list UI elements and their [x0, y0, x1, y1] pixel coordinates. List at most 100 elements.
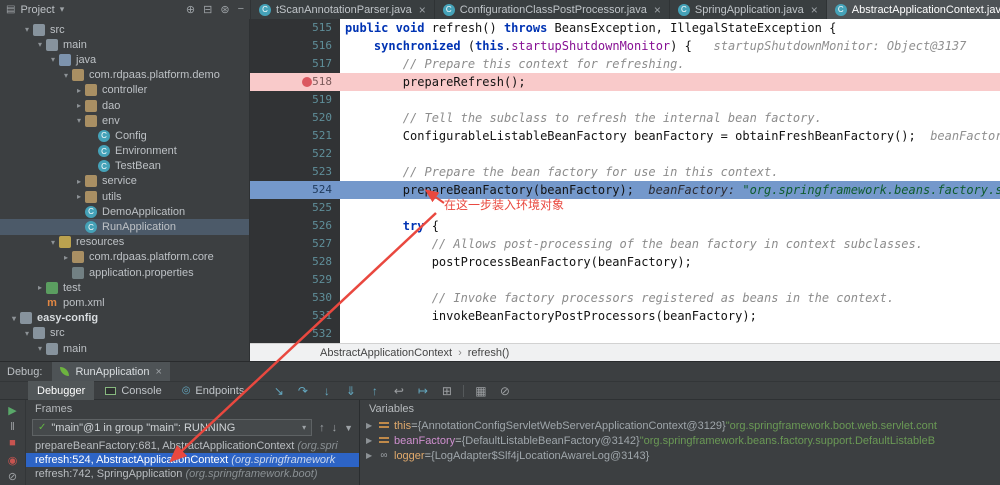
previous-frame-icon[interactable]: ↑: [319, 422, 325, 434]
close-icon[interactable]: ×: [155, 366, 161, 378]
sidebar-item-controller[interactable]: ▸ controller: [0, 83, 249, 98]
thread-selector[interactable]: ✓ "main"@1 in group "main": RUNNING ▾: [32, 419, 313, 436]
code-line[interactable]: 531 invokeBeanFactoryPostProcessors(bean…: [250, 307, 1000, 325]
sidebar-item-com-rdpaas-platform-demo[interactable]: ▾ com.rdpaas.platform.demo: [0, 68, 249, 83]
gutter-line-number[interactable]: 515: [250, 19, 340, 37]
pause-icon[interactable]: ‖: [5, 421, 20, 436]
step-over-icon[interactable]: ↷: [295, 384, 310, 398]
code-line[interactable]: 522: [250, 145, 1000, 163]
mute-breakpoints-icon[interactable]: ⊘: [5, 470, 20, 485]
code-line[interactable]: 515 public void refresh() throws BeansExc…: [250, 19, 1000, 37]
sidebar-item-environment[interactable]: C Environment: [0, 144, 249, 159]
project-panel-title[interactable]: Project: [20, 4, 54, 16]
gutter-line-number[interactable]: 520: [250, 109, 340, 127]
code-line[interactable]: 521 ConfigurableListableBeanFactory bean…: [250, 127, 1000, 145]
sidebar-item-com-rdpaas-platform-core[interactable]: ▸ com.rdpaas.platform.core: [0, 250, 249, 265]
chevron-down-icon[interactable]: ▾: [60, 4, 65, 15]
code-line[interactable]: 519: [250, 91, 1000, 109]
sidebar-item-dao[interactable]: ▸ dao: [0, 98, 249, 113]
chevron-right-icon[interactable]: ▸: [73, 101, 85, 110]
tab-endpoints[interactable]: ◎ Endpoints: [173, 381, 254, 400]
step-out-icon[interactable]: ↑: [367, 384, 382, 398]
sidebar-item-service[interactable]: ▸ service: [0, 174, 249, 189]
variable-row[interactable]: ▶ ∞ logger = {LogAdapter$Slf4jLocationAwar…: [360, 448, 1000, 463]
close-icon[interactable]: ×: [811, 3, 818, 17]
chevron-right-icon[interactable]: ▸: [60, 253, 72, 262]
chevron-right-icon[interactable]: ▸: [73, 177, 85, 186]
gutter-line-number[interactable]: 517: [250, 55, 340, 73]
sidebar-item-utils[interactable]: ▸ utils: [0, 189, 249, 204]
sidebar-item-test[interactable]: ▸ test: [0, 280, 249, 295]
chevron-down-icon[interactable]: ▾: [73, 116, 85, 125]
chevron-down-icon[interactable]: ▾: [47, 238, 59, 247]
gutter-line-number[interactable]: 521: [250, 127, 340, 145]
show-execution-point-icon[interactable]: ↘: [271, 384, 286, 398]
gutter-line-number[interactable]: 523: [250, 163, 340, 181]
sidebar-item-pom-xml[interactable]: m pom.xml: [0, 295, 249, 310]
code-line[interactable]: 516 synchronized (this.startupShutdownMo…: [250, 37, 1000, 55]
stack-frame-row[interactable]: refresh:742, SpringApplication (org.spri…: [26, 467, 359, 481]
gutter-line-number[interactable]: 518: [250, 73, 340, 91]
gutter-line-number[interactable]: 531: [250, 307, 340, 325]
code-line[interactable]: 523 // Prepare the bean factory for use …: [250, 163, 1000, 181]
locate-icon[interactable]: ⊕: [186, 3, 195, 16]
sidebar-item-easy-config[interactable]: ▾ easy-config: [0, 311, 249, 326]
sidebar-item-demoapplication[interactable]: C DemoApplication: [0, 204, 249, 219]
chevron-down-icon[interactable]: ▾: [34, 40, 46, 49]
chevron-down-icon[interactable]: ▾: [60, 71, 72, 80]
step-into-icon[interactable]: ↓: [319, 384, 334, 398]
breakpoint-icon[interactable]: [302, 77, 312, 87]
layout-settings-icon[interactable]: ▦: [473, 384, 488, 398]
code-line[interactable]: 527 // Allows post-processing of the bea…: [250, 235, 1000, 253]
gutter-line-number[interactable]: 519: [250, 91, 340, 109]
sidebar-item-resources[interactable]: ▾ resources: [0, 235, 249, 250]
drop-frame-icon[interactable]: ↩: [391, 384, 406, 398]
next-frame-icon[interactable]: ↓: [332, 422, 338, 434]
code-editor[interactable]: 515 public void refresh() throws BeansExc…: [250, 19, 1000, 343]
run-configuration-tab[interactable]: RunApplication ×: [52, 362, 170, 381]
sidebar-item-java[interactable]: ▾ java: [0, 52, 249, 67]
sidebar-item-testbean[interactable]: C TestBean: [0, 159, 249, 174]
breadcrumb-class[interactable]: AbstractApplicationContext: [320, 347, 452, 359]
view-breakpoints-icon[interactable]: ◉: [5, 454, 20, 469]
gutter-line-number[interactable]: 529: [250, 271, 340, 289]
code-line[interactable]: 520 // Tell the subclass to refresh the …: [250, 109, 1000, 127]
force-step-into-icon[interactable]: ⇓: [343, 384, 358, 398]
chevron-right-icon[interactable]: ▸: [73, 192, 85, 201]
code-line[interactable]: 517 // Prepare this context for refreshi…: [250, 55, 1000, 73]
sidebar-item-src[interactable]: ▾ src: [0, 22, 249, 37]
sidebar-item-main[interactable]: ▾ main: [0, 341, 249, 356]
sidebar-item-env[interactable]: ▾ env: [0, 113, 249, 128]
hide-icon[interactable]: −: [238, 3, 244, 16]
chevron-down-icon[interactable]: ▾: [8, 314, 20, 323]
gutter-line-number[interactable]: 532: [250, 325, 340, 343]
stack-frame-row[interactable]: refresh:524, AbstractApplicationContext …: [26, 453, 359, 467]
sidebar-item-runapplication[interactable]: C RunApplication: [0, 219, 249, 235]
chevron-down-icon[interactable]: ▾: [21, 329, 33, 338]
editor-tab[interactable]: C SpringApplication.java ×: [670, 0, 827, 19]
gutter-line-number[interactable]: 522: [250, 145, 340, 163]
settings-icon[interactable]: ⊛: [220, 3, 229, 16]
code-line[interactable]: 518 prepareRefresh();: [250, 73, 1000, 91]
editor-tab[interactable]: CtScanAnnotationParser.java ×: [251, 0, 435, 19]
breadcrumb-method[interactable]: refresh(): [468, 347, 510, 359]
collapse-all-icon[interactable]: ⊟: [203, 3, 212, 16]
run-to-cursor-icon[interactable]: ↦: [415, 384, 430, 398]
resume-icon[interactable]: ▶: [5, 404, 20, 419]
chevron-right-icon[interactable]: ▶: [366, 421, 378, 430]
gutter-line-number[interactable]: 528: [250, 253, 340, 271]
editor-tab[interactable]: CAbstractApplicationContext.java×: [826, 0, 1000, 19]
gutter-line-number[interactable]: 524: [250, 181, 340, 199]
close-icon[interactable]: ×: [654, 3, 661, 17]
sidebar-item-config[interactable]: C Config: [0, 128, 249, 143]
chevron-right-icon[interactable]: ▸: [34, 283, 46, 292]
code-line[interactable]: 526 try {: [250, 217, 1000, 235]
editor-tab[interactable]: C ConfigurationClassPostProcessor.java ×: [435, 0, 670, 19]
chevron-right-icon[interactable]: ▸: [73, 86, 85, 95]
variable-row[interactable]: ▶ this = {AnnotationConfigServletWebServe…: [360, 418, 1000, 433]
tab-debugger[interactable]: Debugger: [28, 381, 95, 400]
chevron-down-icon[interactable]: ▾: [47, 55, 59, 64]
gutter-line-number[interactable]: 516: [250, 37, 340, 55]
code-line[interactable]: 530 // Invoke factory processors registe…: [250, 289, 1000, 307]
gutter-line-number[interactable]: 526: [250, 217, 340, 235]
